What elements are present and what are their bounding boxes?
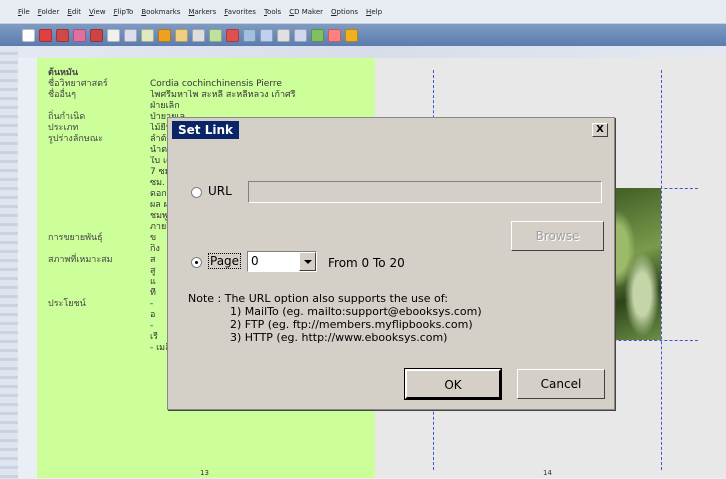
page-number-right: 14 (543, 469, 552, 477)
menu-item-view[interactable]: View (89, 8, 106, 16)
row-label (48, 321, 150, 332)
menu-item-tools[interactable]: Tools (264, 8, 281, 16)
grid-icon[interactable] (192, 28, 205, 42)
square-icon[interactable] (294, 28, 307, 42)
row-label (48, 222, 150, 233)
row-label (48, 101, 150, 112)
pen-icon[interactable] (175, 28, 188, 42)
row-value: ไพศรีมหาไพ สะหลี สะหลีหลวง เก้าศรี (150, 90, 296, 100)
guide-line (661, 70, 662, 470)
row-label (48, 189, 150, 200)
text-row: ชื่ออื่นๆ ไพศรีมหาไพ สะหลี สะหลีหลวง เก้า… (48, 90, 348, 101)
row-label (48, 288, 150, 299)
page-radio[interactable] (191, 257, 202, 268)
pink-square-icon[interactable] (73, 28, 86, 42)
row-label: รูปร่างลักษณะ (48, 134, 103, 144)
row-label (48, 310, 150, 321)
range-text: From 0 To 20 (328, 256, 405, 270)
red-square-icon[interactable] (56, 28, 69, 42)
square-icon[interactable] (124, 28, 137, 42)
url-radio[interactable] (191, 187, 202, 198)
arrow-icon[interactable] (107, 28, 120, 42)
menu-item-edit[interactable]: Edit (67, 8, 81, 16)
row-label (48, 244, 150, 255)
red-square-icon[interactable] (226, 28, 239, 42)
left-scroll-strip (0, 46, 18, 479)
top-ruler (18, 46, 726, 58)
browse-button[interactable]: Browse (511, 221, 604, 251)
square-icon[interactable] (277, 28, 290, 42)
menu-item-cd-maker[interactable]: CD Maker (289, 8, 323, 16)
row-label (48, 277, 150, 288)
dialog-title: Set Link (172, 121, 239, 139)
note-line: 3) HTTP (eg. http://www.ebooksys.com) (230, 331, 448, 344)
row-label (48, 167, 150, 178)
row-label (48, 343, 150, 354)
text-row: ชื่อวิทยาศาสตร์ Cordia cochinchinensis Pi… (48, 79, 348, 90)
row-label (48, 200, 150, 211)
text-row: ฝ่ายเล็ก (48, 101, 348, 112)
row-label (48, 211, 150, 222)
menu-item-options[interactable]: Options (331, 8, 358, 16)
menu-item-file[interactable]: File (18, 8, 30, 16)
menu-item-favorites[interactable]: Favorites (224, 8, 256, 16)
circle-icon[interactable] (243, 28, 256, 42)
page-select-value: 0 (251, 254, 259, 268)
menu-item-folder[interactable]: Folder (38, 8, 60, 16)
note-line: Note : The URL option also supports the … (188, 292, 448, 305)
page-label: Page (208, 253, 242, 269)
note-text: Note : The URL option also supports the … (188, 292, 482, 344)
set-link-dialog: Set Link X URL Browse Page 0 From 0 To 2… (167, 117, 615, 410)
page-select[interactable]: 0 (247, 251, 317, 272)
row-label (48, 145, 150, 156)
page-label-wrap: Page (208, 253, 242, 269)
red-square-icon[interactable] (90, 28, 103, 42)
url-label: URL (208, 184, 232, 198)
row-label: ประโยชน์ (48, 299, 86, 309)
row-label: สภาพที่เหมาะสม (48, 255, 113, 265)
cancel-button[interactable]: Cancel (517, 369, 605, 399)
menu-item-flipto[interactable]: FlipTo (114, 8, 134, 16)
row-label: ชื่ออื่นๆ (48, 90, 76, 100)
note-line: 2) FTP (eg. ftp://members.myflipbooks.co… (230, 318, 473, 331)
note-line: 1) MailTo (eg. mailto:support@ebooksys.c… (230, 305, 482, 318)
url-input[interactable] (248, 181, 602, 203)
red-square-icon[interactable] (39, 28, 52, 42)
page-heading: ต้นหมัน (48, 68, 79, 78)
menu-bar: File Folder Edit View FlipTo Bookmarks Markers… (0, 0, 726, 24)
row-label: การขยายพันธุ์ (48, 233, 103, 243)
arrow-icon[interactable] (328, 28, 341, 42)
row-label (48, 178, 150, 189)
chevron-down-icon[interactable] (299, 252, 316, 271)
dialog-titlebar: Set Link X (168, 118, 614, 142)
row-label (48, 332, 150, 343)
row-label (48, 156, 150, 167)
grid-icon[interactable] (141, 28, 154, 42)
row-label (48, 266, 150, 277)
square-icon[interactable] (260, 28, 273, 42)
orange-circle-icon[interactable] (158, 28, 171, 42)
menu-item-help[interactable]: Help (366, 8, 382, 16)
menu-item-markers[interactable]: Markers (188, 8, 216, 16)
page-number-left: 13 (200, 469, 209, 477)
menu-item-bookmarks[interactable]: Bookmarks (141, 8, 180, 16)
row-label: ชื่อวิทยาศาสตร์ (48, 79, 108, 89)
toolbar (0, 24, 726, 46)
row-label: ถิ่นกำเนิด (48, 112, 86, 122)
tree-icon[interactable] (311, 28, 324, 42)
circle-icon[interactable] (22, 28, 35, 42)
close-button[interactable]: X (592, 123, 608, 137)
link-icon[interactable] (209, 28, 222, 42)
ok-button[interactable]: OK (404, 368, 502, 400)
row-value: Cordia cochinchinensis Pierre (150, 79, 282, 89)
row-value: ฝ่ายเล็ก (150, 101, 180, 111)
row-label: ประเภท (48, 123, 79, 133)
flower-icon[interactable] (345, 28, 358, 42)
